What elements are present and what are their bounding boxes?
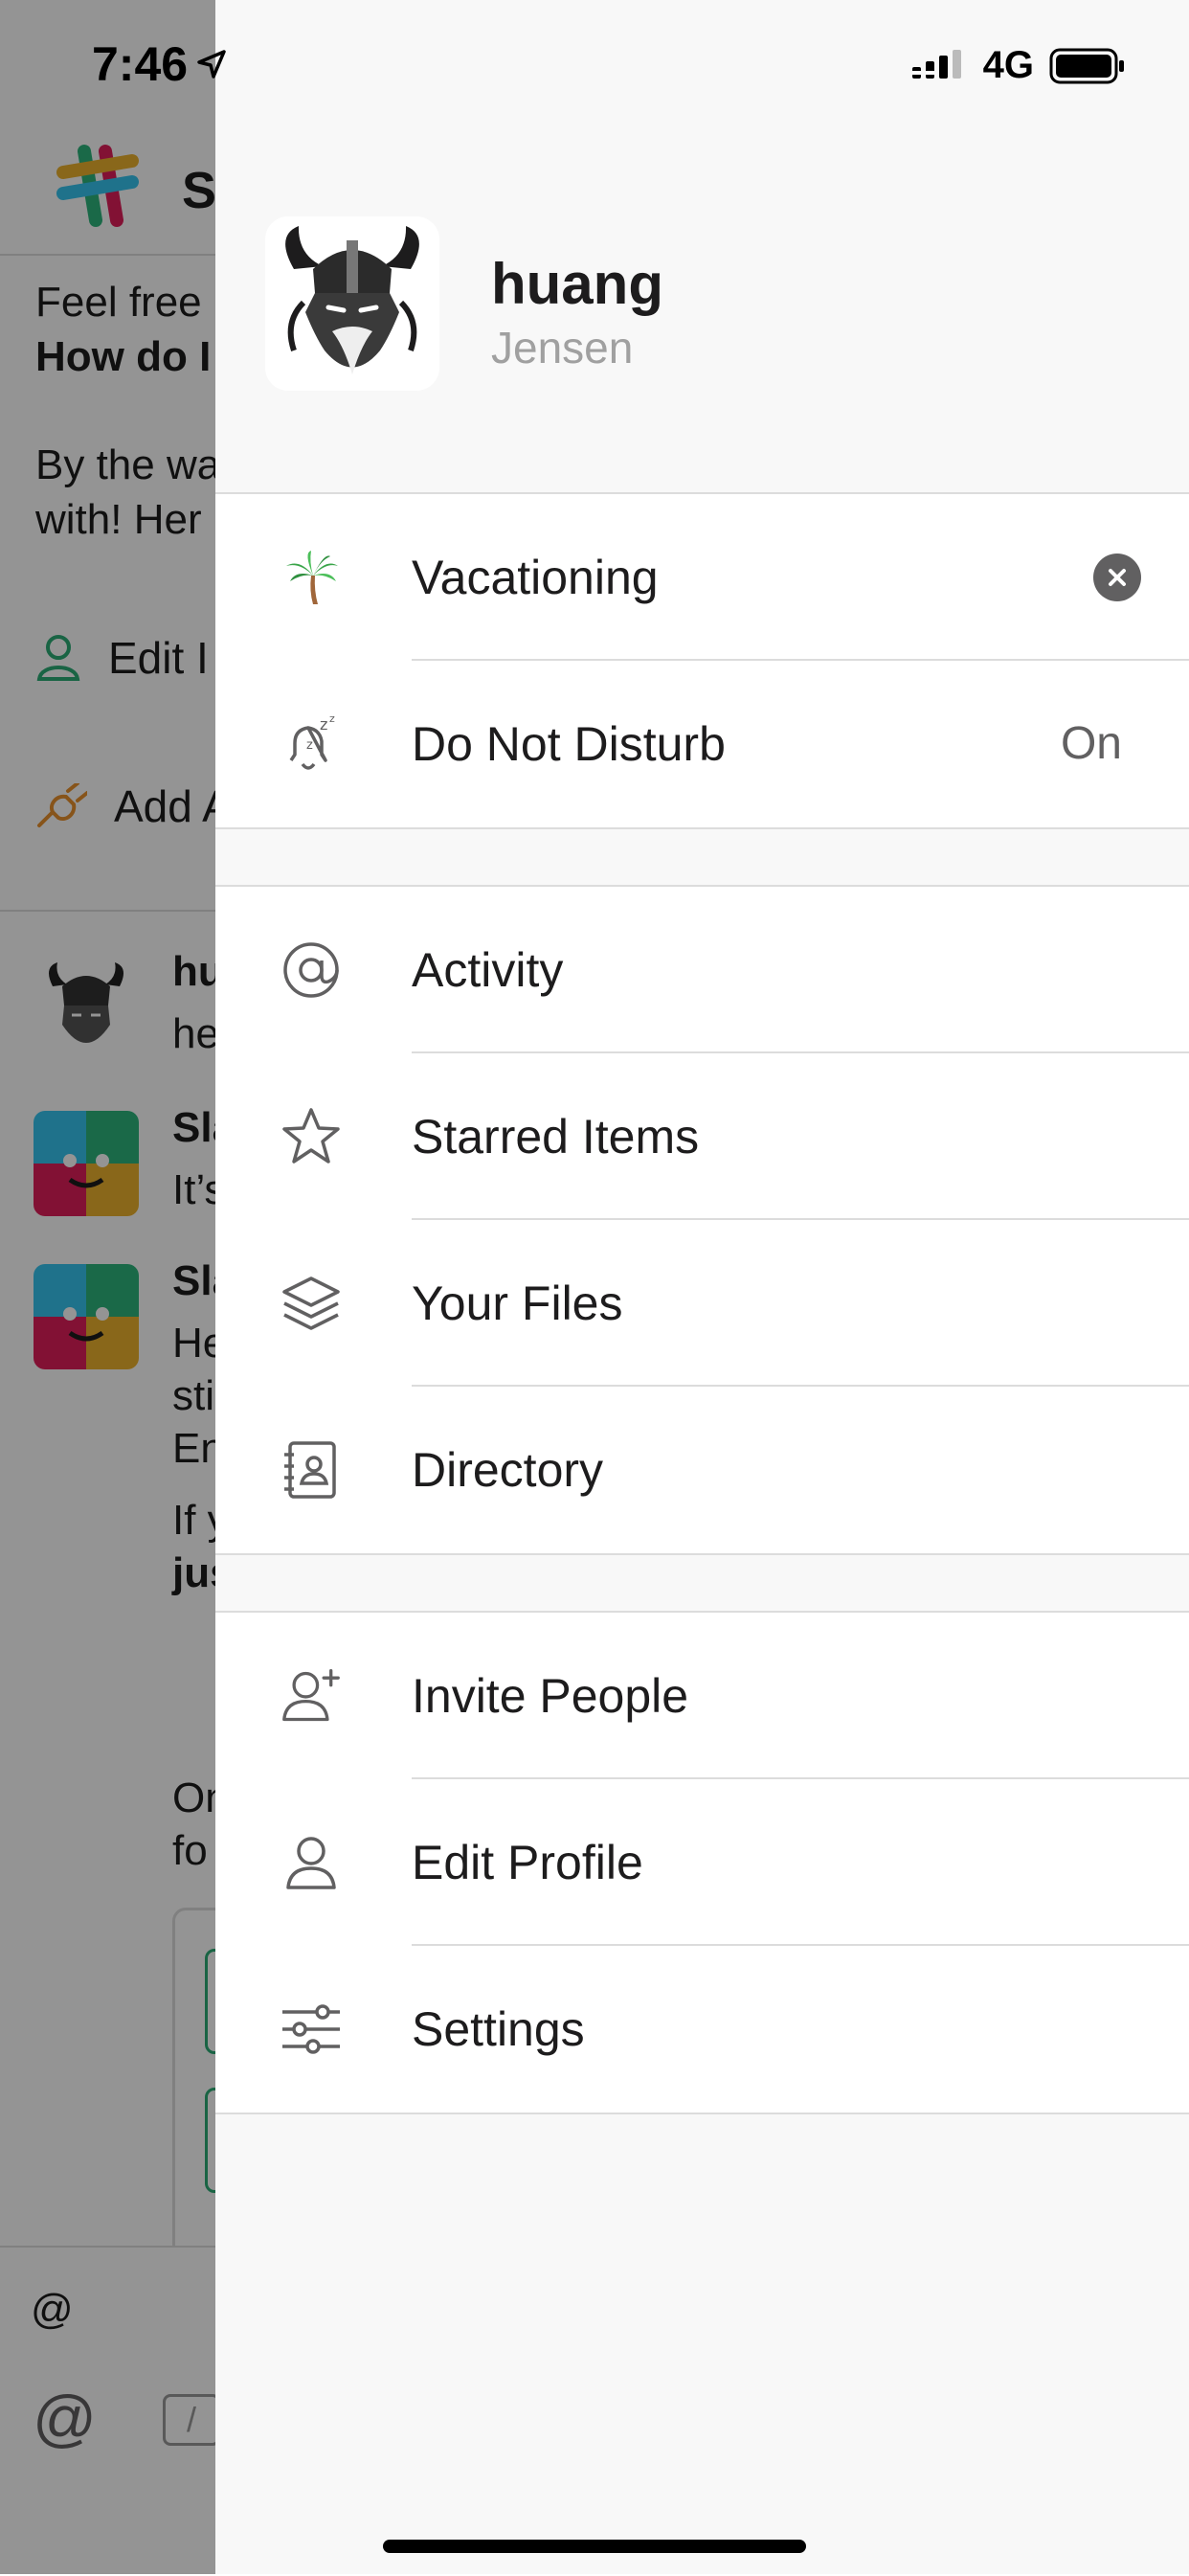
menu-item-activity[interactable]: Activity (215, 887, 1189, 1053)
custom-status-row[interactable]: Vacationing (215, 494, 1189, 661)
do-not-disturb-label: Do Not Disturb (412, 717, 726, 771)
menu-item-invite-people[interactable]: Invite People (215, 1613, 1189, 1779)
svg-text:z: z (320, 715, 327, 734)
home-indicator[interactable] (383, 2540, 806, 2553)
profile-avatar[interactable] (265, 216, 439, 391)
viking-avatar-icon (285, 226, 419, 374)
menu-item-label: Starred Items (412, 1110, 700, 1164)
location-arrow-icon (197, 50, 226, 79)
svg-text:z: z (306, 738, 313, 753)
sliders-icon (280, 1999, 342, 2060)
layers-icon (280, 1273, 342, 1334)
menu-item-directory[interactable]: Directory (215, 1387, 1189, 1553)
status-time-text: 7:46 (92, 37, 189, 91)
menu-item-label: Directory (412, 1443, 604, 1497)
menu-item-label: Activity (412, 943, 564, 997)
svg-text:z: z (329, 714, 335, 725)
star-icon (280, 1106, 342, 1167)
menu-item-label: Invite People (412, 1669, 689, 1723)
navigation-group: Activity Starred Items Your Files Direct… (215, 885, 1189, 1555)
status-group: Vacationing z z z Do Not Disturb On (215, 492, 1189, 829)
profile-username: huang (491, 252, 663, 316)
do-not-disturb-value: On (1060, 718, 1122, 769)
do-not-disturb-row[interactable]: z z z Do Not Disturb On (215, 661, 1189, 827)
menu-item-label: Edit Profile (412, 1836, 643, 1889)
contact-book-icon (280, 1439, 342, 1501)
battery-icon (1049, 48, 1124, 83)
menu-item-starred-items[interactable]: Starred Items (215, 1053, 1189, 1220)
cellular-signal-icon (911, 49, 961, 79)
clear-status-button[interactable] (1093, 554, 1141, 601)
bell-snooze-icon: z z z (280, 713, 342, 775)
menu-item-your-files[interactable]: Your Files (215, 1220, 1189, 1387)
custom-status-label: Vacationing (412, 551, 659, 604)
menu-item-label: Settings (412, 2002, 585, 2056)
add-person-icon (280, 1665, 342, 1727)
menu-item-label: Your Files (412, 1277, 623, 1330)
close-icon (1109, 569, 1126, 586)
network-type: 4G (982, 44, 1034, 86)
status-time: 7:46 (92, 36, 226, 92)
profile-real-name: Jensen (491, 323, 634, 373)
menu-item-settings[interactable]: Settings (215, 1946, 1189, 2113)
account-group: Invite People Edit Profile Settings (215, 1611, 1189, 2114)
account-drawer: huang Jensen Vacationing z z z Do Not Di… (215, 0, 1189, 2574)
at-sign-icon (280, 939, 342, 1001)
person-icon (280, 1832, 342, 1893)
menu-item-edit-profile[interactable]: Edit Profile (215, 1779, 1189, 1946)
status-indicators: 4G (911, 44, 1126, 87)
palm-tree-icon (280, 547, 342, 608)
